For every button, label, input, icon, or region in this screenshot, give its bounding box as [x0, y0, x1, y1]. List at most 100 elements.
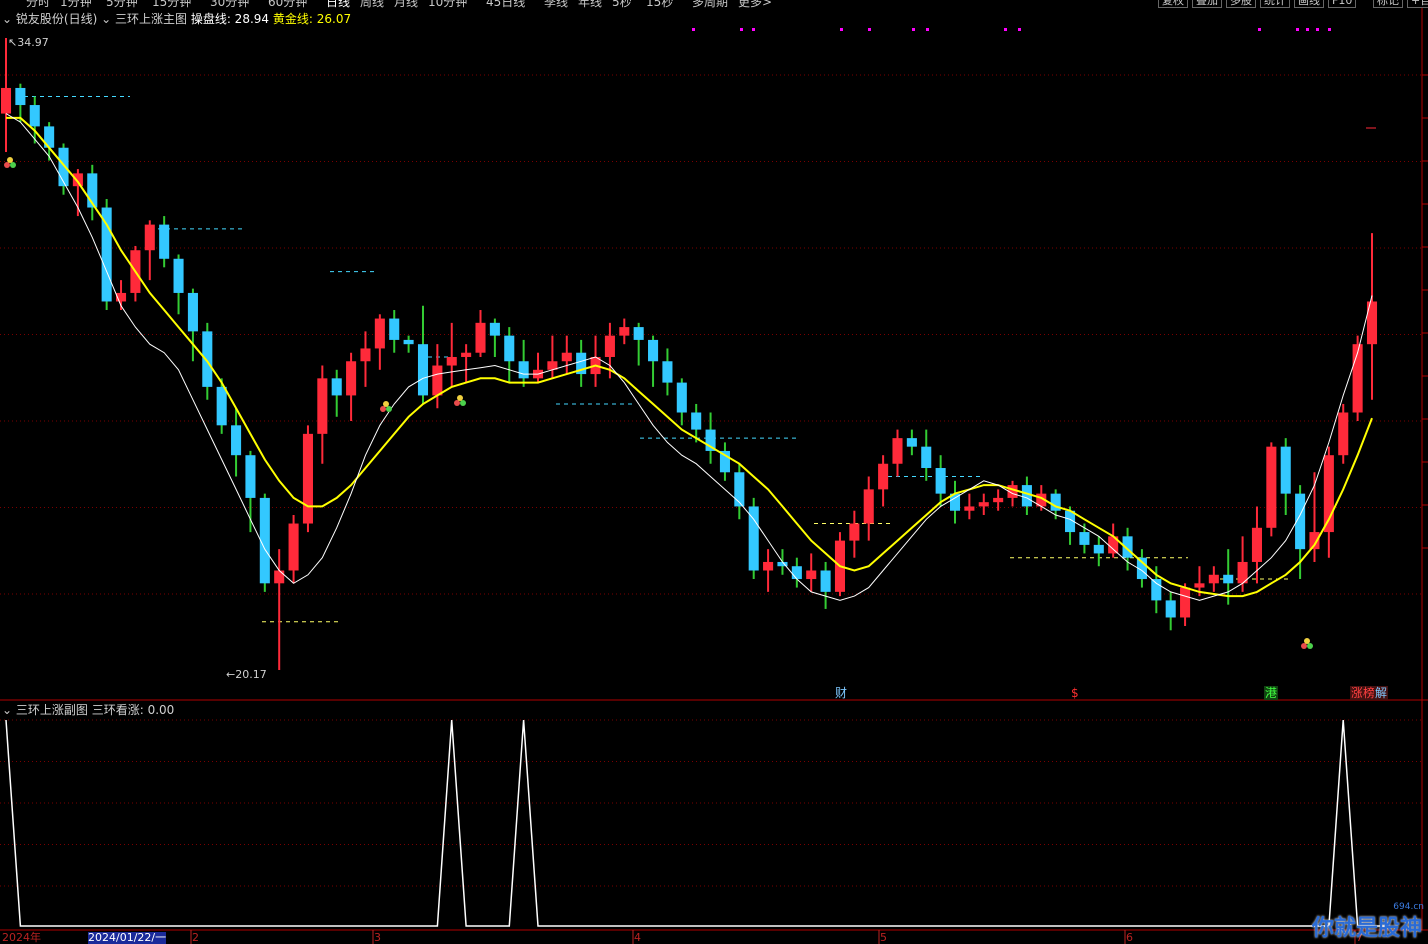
- three-ring-icon: [380, 406, 386, 412]
- period-toolbar: 分时 1分钟 5分钟 15分钟 30分钟 60分钟 日线 周线 月线 10分钟 45日线 季线 年线 5秒…: [0, 0, 1428, 8]
- period-tab[interactable]: 多周期: [692, 0, 728, 8]
- candle-body: [791, 566, 802, 580]
- event-marker[interactable]: 财: [834, 686, 848, 700]
- candle-body: [518, 361, 529, 379]
- period-tab[interactable]: 15分钟: [152, 0, 191, 8]
- candle-body: [921, 446, 932, 469]
- chart-canvas[interactable]: ↖34.97 ←20.17: [0, 0, 1428, 944]
- candle-body: [331, 378, 342, 396]
- candle-body: [446, 356, 457, 366]
- period-tab[interactable]: 周线: [360, 0, 384, 8]
- period-tab[interactable]: 1分钟: [60, 0, 92, 8]
- candle-body: [159, 224, 170, 259]
- candle-body: [489, 322, 500, 336]
- toolbar-button[interactable]: 标记: [1373, 0, 1403, 8]
- candle-body: [144, 224, 155, 251]
- three-ring-icon: [10, 162, 16, 168]
- candle-body: [403, 339, 414, 345]
- three-ring-icon: [7, 157, 13, 163]
- period-tab[interactable]: 5分钟: [106, 0, 138, 8]
- candle-body: [619, 327, 630, 336]
- three-ring-icon: [386, 406, 392, 412]
- candle-body: [1338, 412, 1349, 456]
- candle-body: [648, 339, 659, 362]
- three-ring-icon: [457, 395, 463, 401]
- candle-body: [461, 352, 472, 357]
- period-tab[interactable]: 15秒: [646, 0, 673, 8]
- toolbar-button[interactable]: 统计: [1260, 0, 1290, 8]
- period-tab[interactable]: 10分钟: [428, 0, 467, 8]
- candle-body: [892, 438, 903, 464]
- three-ring-icon: [1307, 643, 1313, 649]
- low-price-label: ←20.17: [226, 668, 267, 681]
- signal-dot: [1316, 28, 1319, 31]
- candle-body: [317, 378, 328, 434]
- candle-body: [187, 292, 198, 332]
- event-marker[interactable]: 港: [1264, 686, 1279, 700]
- candle-body: [1352, 344, 1363, 413]
- candle-body: [72, 173, 83, 187]
- period-tab[interactable]: 年线: [578, 0, 602, 8]
- toolbar-button[interactable]: 画线: [1294, 0, 1324, 8]
- candle-body: [806, 570, 817, 580]
- candle-body: [101, 207, 112, 302]
- three-ring-icon: [4, 162, 10, 168]
- period-tab[interactable]: 季线: [544, 0, 568, 8]
- candle-body: [58, 147, 69, 187]
- signal-dot: [1258, 28, 1261, 31]
- candle-body: [633, 327, 644, 340]
- candle-body: [274, 570, 285, 584]
- sub-indicator-name: 三环上涨副图: [15, 703, 88, 717]
- period-tab[interactable]: 60分钟: [268, 0, 307, 8]
- candle-body: [906, 438, 917, 447]
- period-tab[interactable]: 分时: [26, 0, 50, 8]
- signal-dot: [926, 28, 929, 31]
- candle-body: [935, 468, 946, 494]
- date-label: 4: [634, 931, 641, 944]
- toolbar-button[interactable]: F10: [1328, 0, 1357, 8]
- candle-body: [475, 322, 486, 353]
- three-ring-icon: [454, 400, 460, 406]
- candle-body: [1280, 446, 1291, 494]
- signal-dot: [740, 28, 743, 31]
- three-ring-icon: [383, 401, 389, 407]
- candle-body: [1180, 587, 1191, 618]
- signal-dot: [1296, 28, 1299, 31]
- collapse-icon[interactable]: ⌄: [2, 12, 12, 26]
- signal-dot: [1328, 28, 1331, 31]
- event-marker[interactable]: $: [1070, 686, 1080, 700]
- signal-dot: [1004, 28, 1007, 31]
- toolbar-button[interactable]: 叠加: [1192, 0, 1222, 8]
- candle-body: [259, 497, 270, 584]
- signal-dot: [752, 28, 755, 31]
- candle-body: [763, 561, 774, 571]
- period-tab[interactable]: 日线: [326, 0, 350, 8]
- candle-body: [878, 463, 889, 490]
- candle-body: [993, 497, 1004, 503]
- toolbar-button[interactable]: +自: [1407, 0, 1428, 8]
- event-marker[interactable]: 解: [1374, 686, 1389, 700]
- collapse-icon[interactable]: ⌄: [2, 703, 12, 717]
- toolbar-button[interactable]: 复权: [1158, 0, 1188, 8]
- period-tab[interactable]: 45日线: [486, 0, 525, 8]
- date-label: 2: [192, 931, 199, 944]
- period-tab[interactable]: 更多>: [738, 0, 772, 8]
- signal-dot: [912, 28, 915, 31]
- candle-body: [748, 506, 759, 571]
- collapse-icon[interactable]: ⌄: [101, 12, 111, 26]
- period-tab[interactable]: 月线: [394, 0, 418, 8]
- candle-body: [1093, 544, 1104, 554]
- sub-legend: ⌄ 三环上涨副图 三环看涨: 0.00: [2, 702, 174, 718]
- candle-body: [346, 361, 357, 396]
- candle-body: [1223, 574, 1234, 584]
- period-tab[interactable]: 30分钟: [210, 0, 249, 8]
- candle-body: [849, 523, 860, 541]
- candle-body: [820, 570, 831, 592]
- date-label: 2024/01/22/一: [88, 931, 167, 944]
- period-tab[interactable]: 5秒: [612, 0, 632, 8]
- toolbar-button[interactable]: 多股: [1226, 0, 1256, 8]
- bullish-value-label: 三环看涨: 0.00: [91, 703, 175, 717]
- operation-line-label: 操盘线: 28.94: [190, 12, 270, 26]
- candle-body: [173, 258, 184, 293]
- candle-body: [29, 105, 40, 127]
